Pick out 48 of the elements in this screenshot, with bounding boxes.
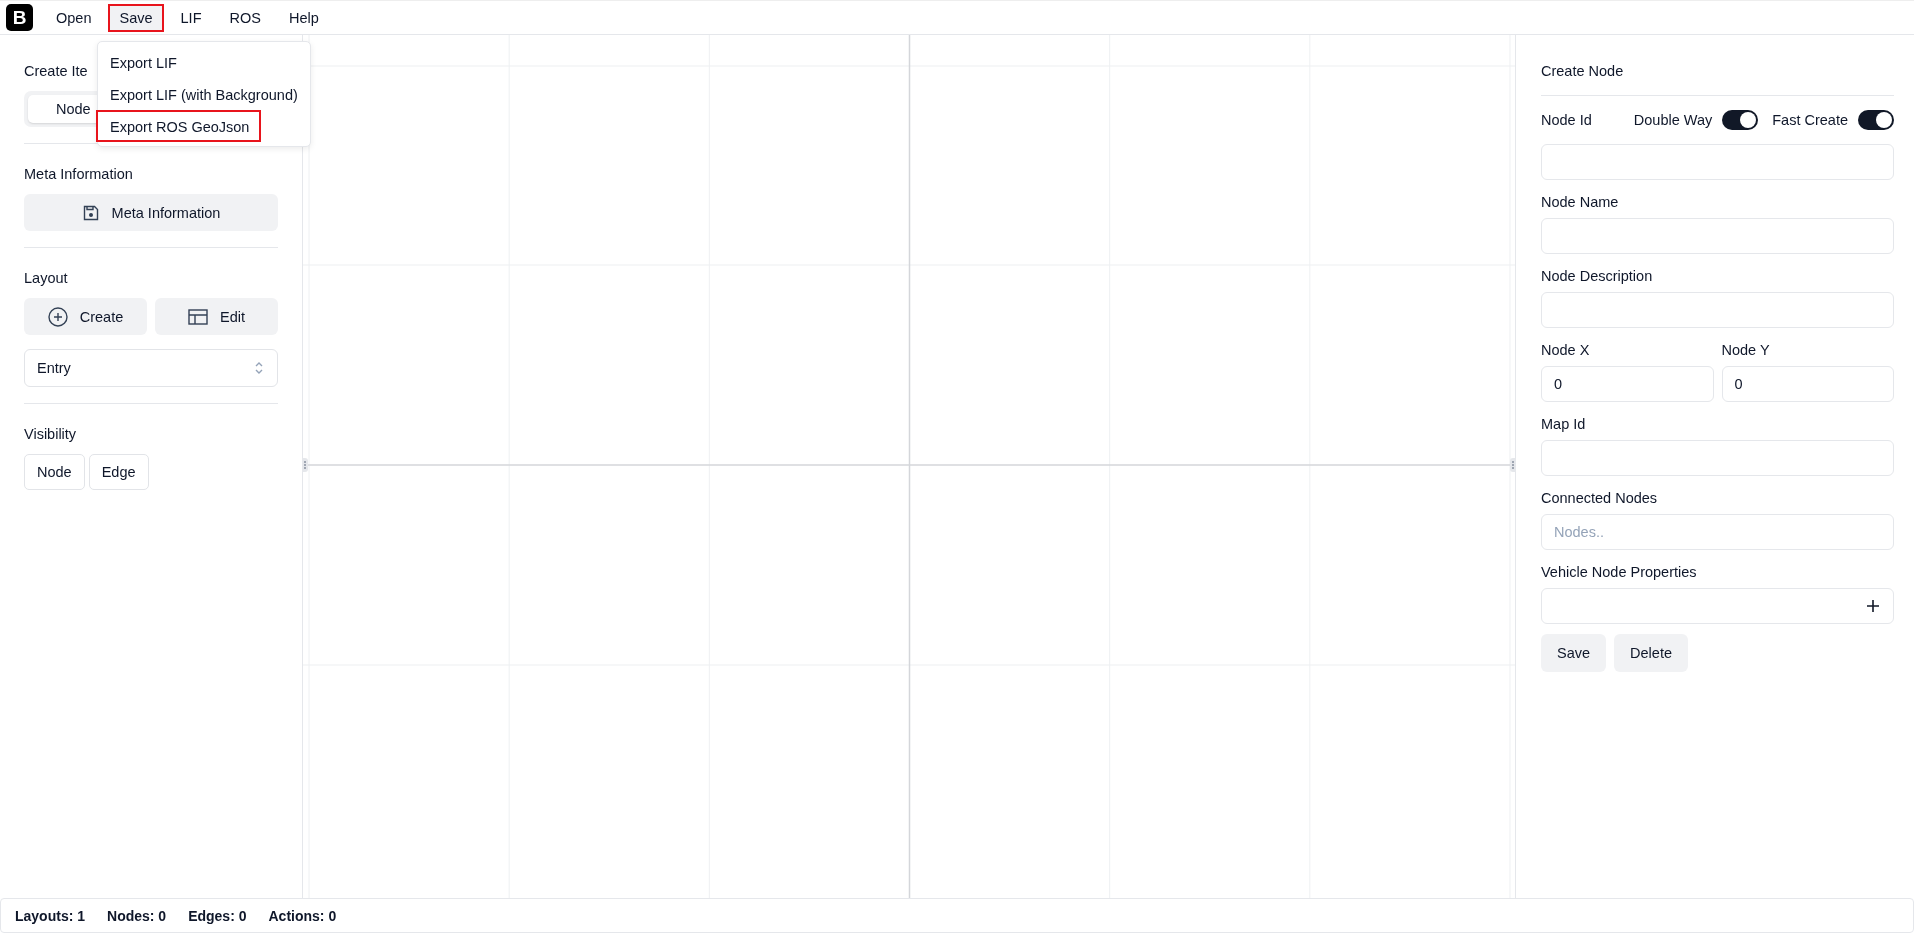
field-label: Node Y <box>1721 342 1771 358</box>
menu-item[interactable]: ROS <box>218 3 272 32</box>
status-text: Layouts: 1 <box>15 907 85 924</box>
field-label: Node Id <box>1541 112 1592 128</box>
input-field[interactable]: 0 <box>1541 366 1714 402</box>
input-field[interactable] <box>1541 440 1894 476</box>
section-title: Layout <box>24 270 68 286</box>
field-label: Map Id <box>1541 416 1587 432</box>
input-field[interactable] <box>1541 292 1894 328</box>
toggle-switch[interactable] <box>1722 110 1759 130</box>
status-text: Edges: 0 <box>188 907 247 924</box>
toggle-switch[interactable] <box>1858 110 1894 130</box>
status-text: Nodes: 0 <box>107 907 167 924</box>
field-label: Node Name <box>1541 194 1620 210</box>
field-label: Connected Nodes <box>1541 490 1659 506</box>
edit-button[interactable]: Edit <box>155 298 278 335</box>
plus-circle-icon <box>47 306 68 327</box>
field-label: Node X <box>1541 342 1591 358</box>
field-label: Node Description <box>1541 268 1654 284</box>
create-button[interactable]: Create <box>24 298 147 335</box>
visibility-button[interactable]: Node <box>24 454 85 490</box>
layout-icon <box>188 308 208 325</box>
input-field[interactable]: 0 <box>1721 366 1894 402</box>
meta-information-button[interactable]: Meta Information <box>24 194 278 231</box>
menu-item[interactable]: LIF <box>169 3 213 32</box>
section-title: Create Ite <box>24 63 88 79</box>
input-field[interactable]: Nodes.. <box>1541 514 1894 550</box>
menu-item[interactable]: Help <box>277 3 330 32</box>
field-label: Vehicle Node Properties <box>1541 564 1698 580</box>
section-title: Visibility <box>24 426 77 442</box>
toggle-label: Double Way <box>1633 112 1713 128</box>
chevron-updown-icon <box>255 362 263 374</box>
toggle-label: Fast Create <box>1772 112 1848 128</box>
layout-select[interactable]: Entry <box>24 349 278 387</box>
section-title: Meta Information <box>24 166 133 182</box>
action-button[interactable]: Delete <box>1614 634 1688 672</box>
action-button[interactable]: Save <box>1541 634 1607 672</box>
status-text: Actions: 0 <box>268 907 337 924</box>
menu-item[interactable]: Save <box>108 3 164 32</box>
dropdown-item[interactable]: Export LIF <box>96 46 191 78</box>
input-field[interactable] <box>1541 218 1894 254</box>
input-field[interactable] <box>1541 144 1894 180</box>
visibility-button[interactable]: Edge <box>88 454 149 490</box>
app-logo: B <box>6 4 33 31</box>
dropdown-item[interactable]: Export ROS GeoJson <box>96 110 262 142</box>
plus-icon <box>1867 600 1879 612</box>
menu-item[interactable]: Open <box>45 3 103 32</box>
panel-title: Create Node <box>1541 63 1894 96</box>
